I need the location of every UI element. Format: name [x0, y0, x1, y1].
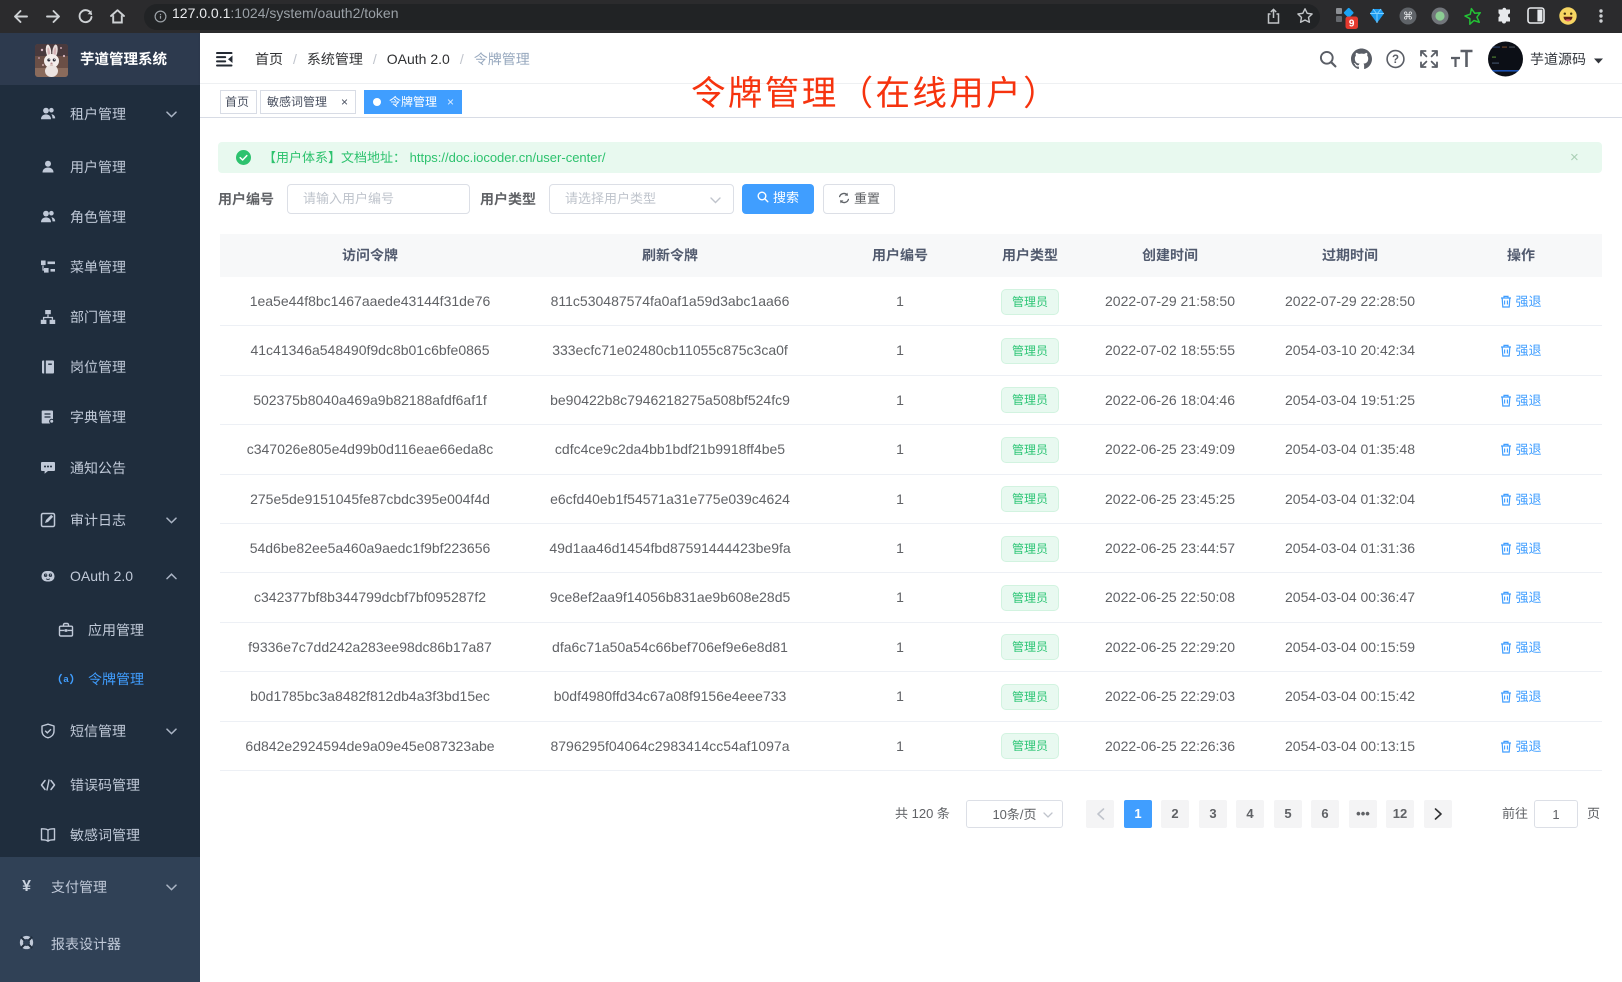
svg-text:?: ?	[1392, 54, 1399, 66]
svg-text:9: 9	[1349, 18, 1355, 29]
svg-text:⌘: ⌘	[1403, 11, 1414, 23]
svg-text:¥: ¥	[22, 878, 31, 893]
svg-text:a: a	[63, 674, 69, 685]
